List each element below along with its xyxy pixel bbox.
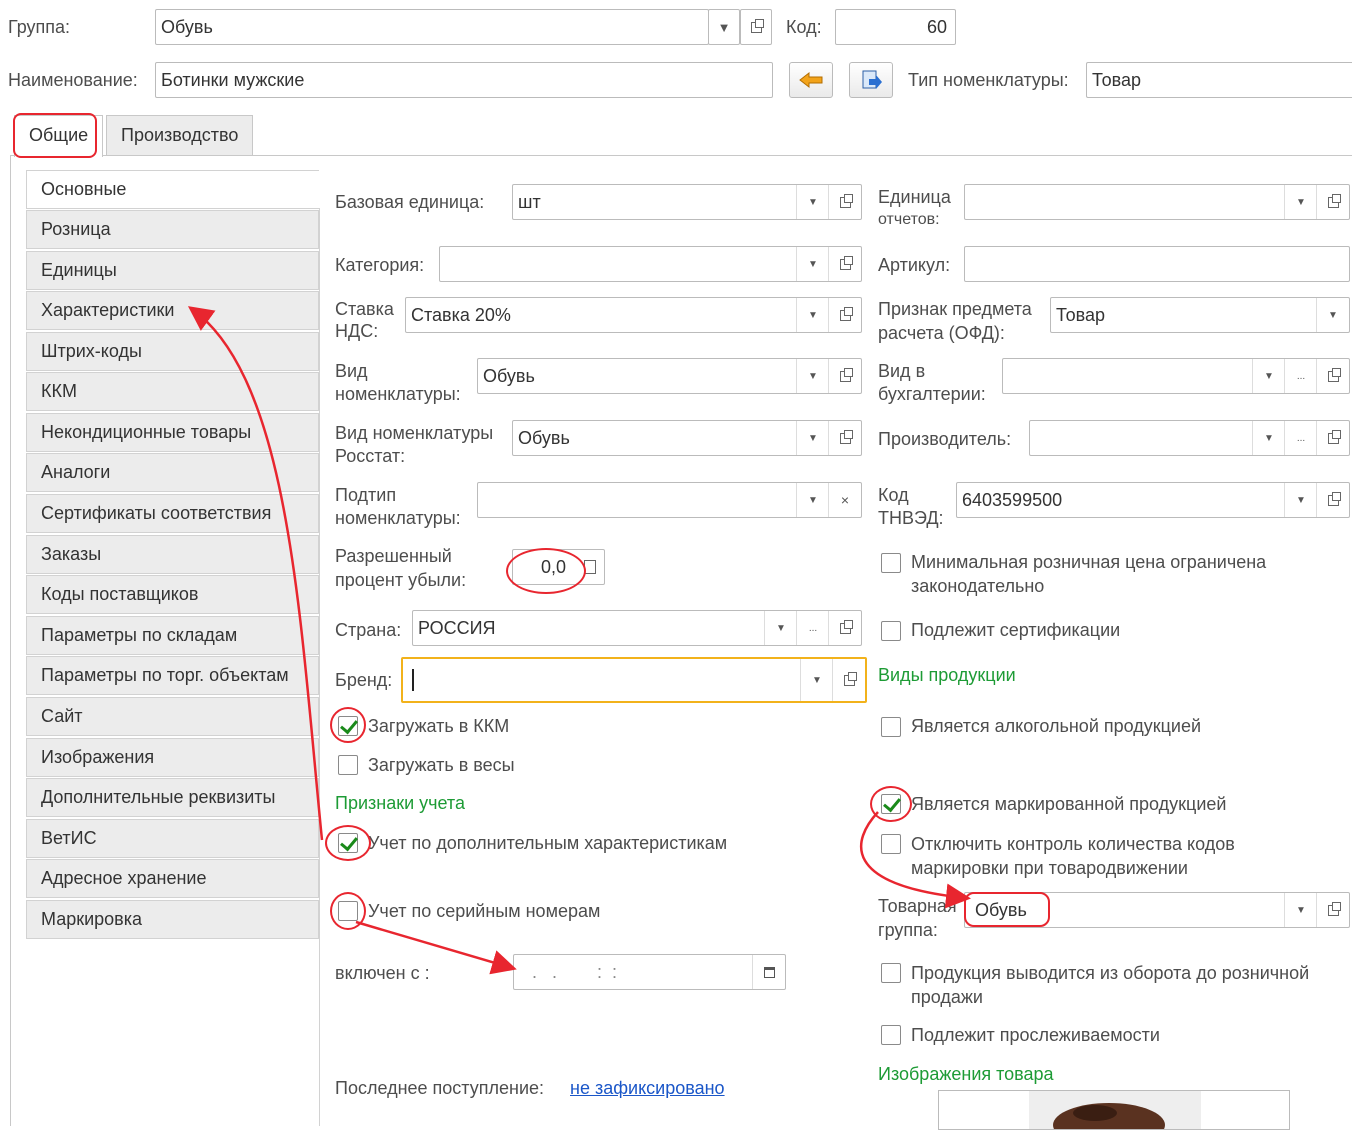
arrow-to-goods-group — [860, 811, 971, 909]
arrow-to-enabled-from — [355, 920, 517, 975]
annotation-arrows — [187, 306, 971, 975]
arrow-to-characteristics — [187, 306, 324, 841]
